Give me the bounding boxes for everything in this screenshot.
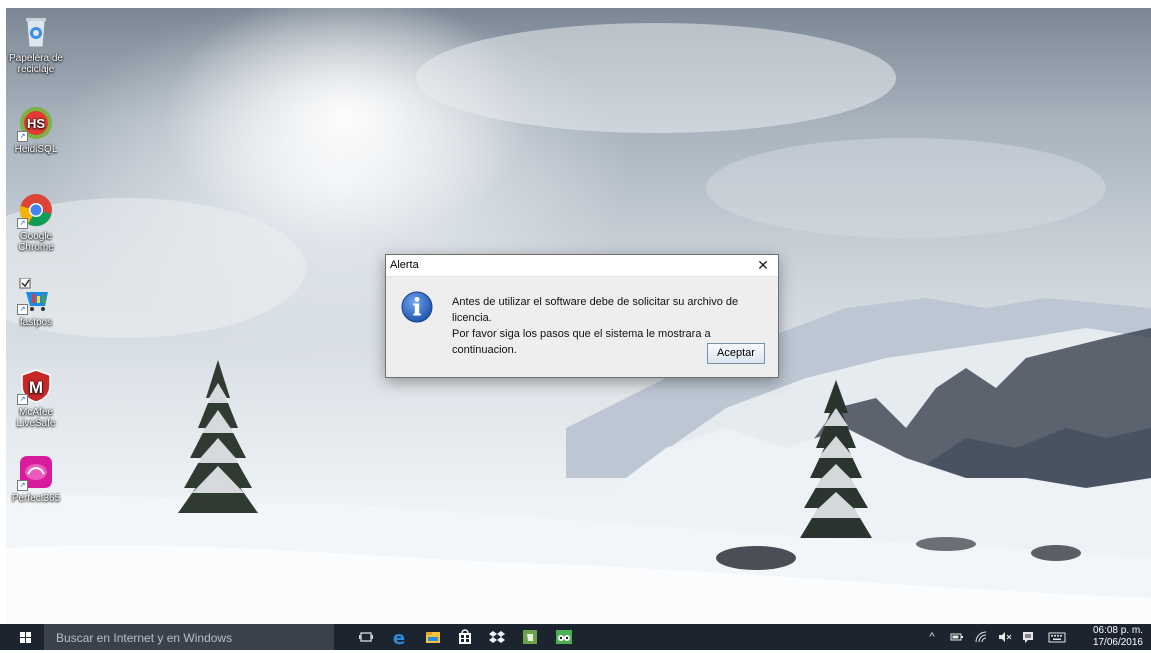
dialog-message-line: Antes de utilizar el software debe de so…	[452, 296, 739, 324]
desktop-icon-perfect365[interactable]: ↗ Perfect365	[6, 454, 66, 504]
dropbox-icon[interactable]	[488, 628, 506, 646]
evernote-icon[interactable]	[521, 628, 539, 646]
recycle-bin-icon	[18, 14, 54, 50]
battery-icon[interactable]	[950, 631, 964, 643]
search-placeholder: Buscar en Internet y en Windows	[56, 631, 233, 645]
desktop-icon-label: Google Chrome	[18, 231, 54, 253]
svg-text:e: e	[393, 628, 405, 646]
file-explorer-icon[interactable]	[424, 628, 442, 646]
desktop-icon-heidisql[interactable]: HS ↗ HeidiSQL	[6, 105, 66, 155]
chrome-icon: ↗	[17, 192, 54, 229]
chevron-up-icon[interactable]: ^	[925, 631, 939, 643]
desktop-icon-recycle-bin[interactable]: Papelera de reciclaje	[6, 14, 66, 75]
clock-time: 06:08 p. m.	[1092, 625, 1143, 636]
taskbar: Buscar en Internet y en Windows e ^ 06:0…	[0, 624, 1151, 650]
desktop-icon-label: HeidiSQL	[14, 144, 58, 155]
heidisql-icon: HS ↗	[17, 105, 54, 142]
desktop-icon-label: Perfect365	[11, 493, 61, 504]
perfect365-icon: ↗	[17, 454, 54, 491]
fastpos-icon: ↗	[17, 277, 54, 315]
mcafee-icon: M ↗	[17, 368, 54, 405]
store-icon[interactable]	[456, 628, 474, 646]
svg-text:HS: HS	[27, 116, 45, 131]
volume-icon[interactable]	[998, 631, 1012, 643]
desktop-icon-label: McAfee LiveSafe	[16, 407, 56, 429]
close-button[interactable]: ✕	[754, 256, 772, 274]
desktop-icon-mcafee[interactable]: M ↗ McAfee LiveSafe	[6, 368, 66, 429]
desktop-icon-fastpos[interactable]: ↗ fastpos	[6, 277, 66, 328]
dialog-title: Alerta	[390, 259, 419, 271]
keyboard-icon[interactable]	[1048, 631, 1066, 643]
edge-icon[interactable]: e	[390, 628, 408, 649]
svg-text:M: M	[29, 378, 43, 397]
task-view-icon[interactable]	[357, 628, 375, 646]
windows-logo-icon	[20, 632, 31, 643]
notifications-icon[interactable]	[1021, 631, 1035, 643]
start-button[interactable]	[8, 628, 42, 648]
clock[interactable]: 06:08 p. m. 17/06/2016	[1093, 625, 1143, 649]
desktop-icon-label: fastpos	[19, 317, 53, 328]
clock-date: 17/06/2016	[1092, 637, 1143, 648]
dialog-titlebar[interactable]: Alerta ✕	[386, 255, 778, 277]
accept-button[interactable]: Aceptar	[707, 343, 765, 364]
desktop-icon-chrome[interactable]: ↗ Google Chrome	[6, 192, 66, 253]
wifi-icon[interactable]	[975, 631, 989, 643]
info-icon	[401, 291, 433, 323]
search-box[interactable]: Buscar en Internet y en Windows	[44, 624, 334, 650]
alert-dialog: Alerta ✕ Antes de utilizar el software d…	[385, 254, 779, 378]
desktop-icon-label: Papelera de reciclaje	[9, 53, 63, 75]
tripadvisor-icon[interactable]	[555, 628, 573, 646]
